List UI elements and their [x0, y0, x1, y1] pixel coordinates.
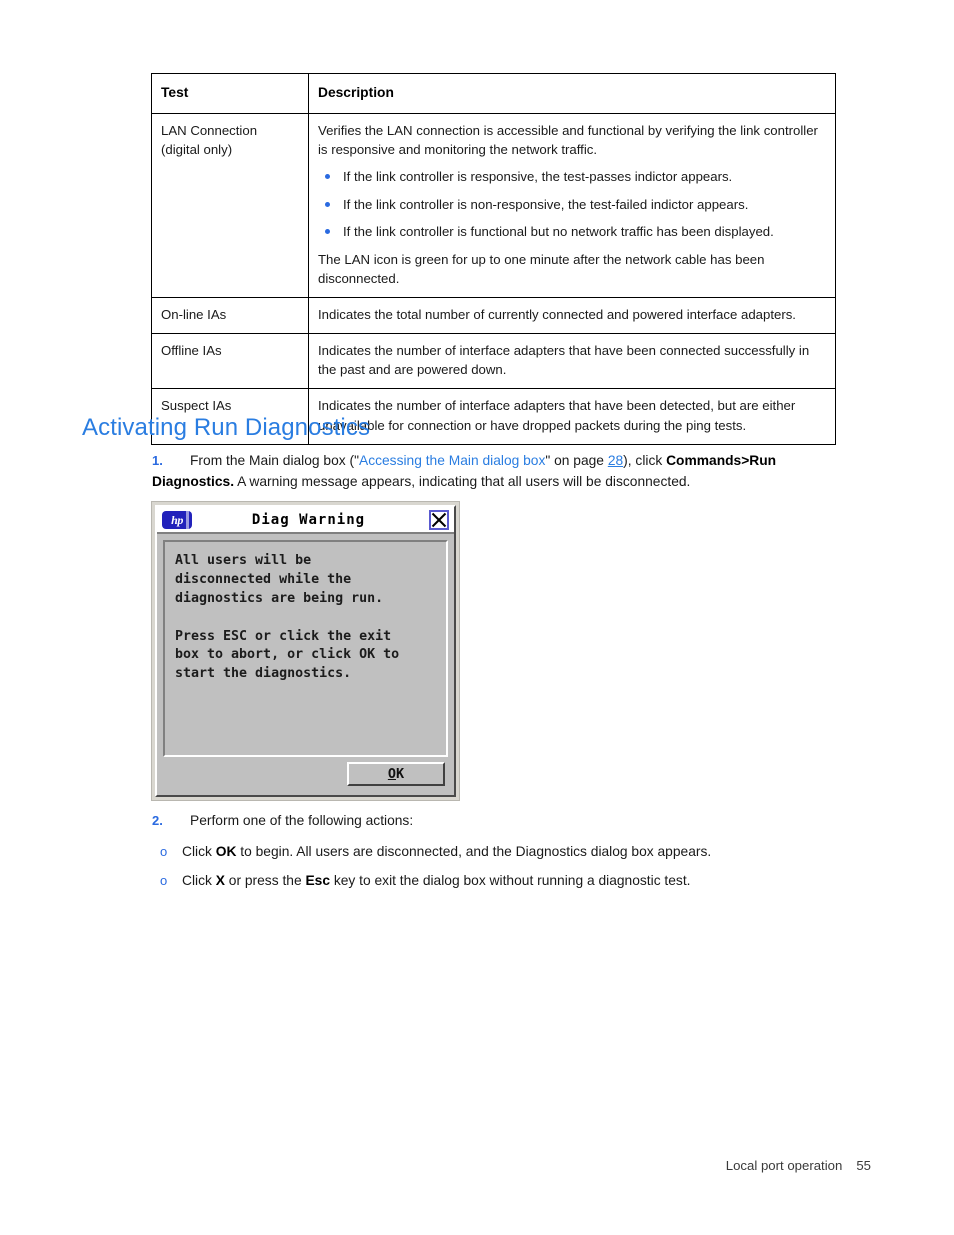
procedure-step-1: 1. From the Main dialog box ("Accessing …: [152, 451, 852, 493]
option2-mid: or press the: [224, 872, 306, 888]
hp-logo-text: hp: [171, 512, 183, 527]
option1-bold-ok: OK: [215, 843, 237, 859]
hp-logo-icon: hp: [162, 510, 192, 529]
test-name-line1: LAN Connection: [161, 123, 258, 138]
step2-text: Perform one of the following actions:: [190, 813, 414, 828]
list-item: Click X or press the Esc key to exit the…: [152, 871, 852, 892]
list-item: If the link controller is responsive, th…: [318, 168, 826, 186]
description-outro: The LAN icon is green for up to one minu…: [318, 251, 765, 286]
step-text: Perform one of the following actions: Cl…: [152, 813, 852, 891]
table-cell-test: LAN Connection (digital only): [151, 112, 309, 299]
dialog-button-bar: OK: [157, 757, 454, 795]
dialog-message-text: All users will be disconnected while the…: [163, 540, 448, 757]
option2-bold-esc: Esc: [305, 872, 331, 888]
list-item: If the link controller is functional but…: [318, 223, 826, 241]
step1-text-after-link: " on page: [545, 453, 608, 468]
test-description-table-wrapper: Test Description LAN Connection (digital…: [151, 73, 836, 445]
link-accessing-main-dialog-box[interactable]: Accessing the Main dialog box: [359, 453, 545, 468]
option1-rest: to begin. All users are disconnected, an…: [236, 843, 712, 859]
close-icon[interactable]: [429, 509, 449, 530]
footer-label: Local port operation: [725, 1158, 843, 1173]
table-header-description: Description: [308, 73, 836, 114]
table-cell-description: Indicates the total number of currently …: [308, 297, 836, 335]
step-number: 1.: [152, 453, 163, 468]
ok-button-accelerator: O: [387, 766, 396, 782]
list-item: Click OK to begin. All users are disconn…: [152, 842, 852, 863]
table-cell-test: Offline IAs: [151, 333, 309, 390]
diag-warning-dialog-screenshot: hp Diag Warning All users will be discon…: [151, 501, 460, 801]
option2-lead: Click: [182, 872, 216, 888]
link-page-28[interactable]: 28: [608, 453, 623, 468]
procedure-step-2: 2. Perform one of the following actions:…: [152, 811, 852, 899]
step-number: 2.: [152, 813, 163, 828]
table-header-test: Test: [151, 73, 309, 114]
option2-bold-x: X: [215, 872, 225, 888]
table-cell-description: Indicates the number of interface adapte…: [308, 388, 836, 445]
step1-text-end: A warning message appears, indicating th…: [234, 473, 691, 489]
dialog-title-bar: hp Diag Warning: [157, 507, 454, 534]
test-name-line2: (digital only): [161, 142, 233, 158]
ok-button[interactable]: OK: [347, 762, 445, 786]
table-cell-description: Indicates the number of interface adapte…: [308, 333, 836, 390]
table-row: On-line IAs Indicates the total number o…: [151, 297, 836, 335]
list-item: If the link controller is non-responsive…: [318, 196, 826, 214]
description-intro: Verifies the LAN connection is accessibl…: [318, 123, 818, 158]
table-row: Offline IAs Indicates the number of inte…: [151, 333, 836, 390]
ok-button-label-rest: K: [396, 766, 405, 782]
table-row: LAN Connection (digital only) Verifies t…: [151, 112, 836, 299]
step2-option-list: Click OK to begin. All users are disconn…: [152, 842, 852, 891]
step-text: From the Main dialog box ("Accessing the…: [152, 453, 776, 489]
table-cell-test: On-line IAs: [151, 297, 309, 335]
test-description-table: Test Description LAN Connection (digital…: [151, 73, 836, 445]
option1-lead: Click: [182, 843, 216, 859]
description-bullet-list: If the link controller is responsive, th…: [318, 168, 826, 241]
table-cell-description: Verifies the LAN connection is accessibl…: [308, 112, 836, 299]
footer-page-number: 55: [856, 1158, 871, 1173]
diag-warning-dialog: hp Diag Warning All users will be discon…: [155, 505, 456, 797]
page-title: Activating Run Diagnostics: [82, 414, 371, 441]
option2-rest: key to exit the dialog box without runni…: [330, 872, 691, 888]
document-page: Test Description LAN Connection (digital…: [0, 0, 954, 1235]
table-header-row: Test Description: [151, 73, 836, 114]
step1-text-before-link: From the Main dialog box (": [190, 453, 359, 468]
page-footer: Local port operation 55: [726, 1158, 871, 1173]
dialog-title: Diag Warning: [251, 511, 366, 528]
step1-text-mid: ), click: [623, 453, 667, 468]
